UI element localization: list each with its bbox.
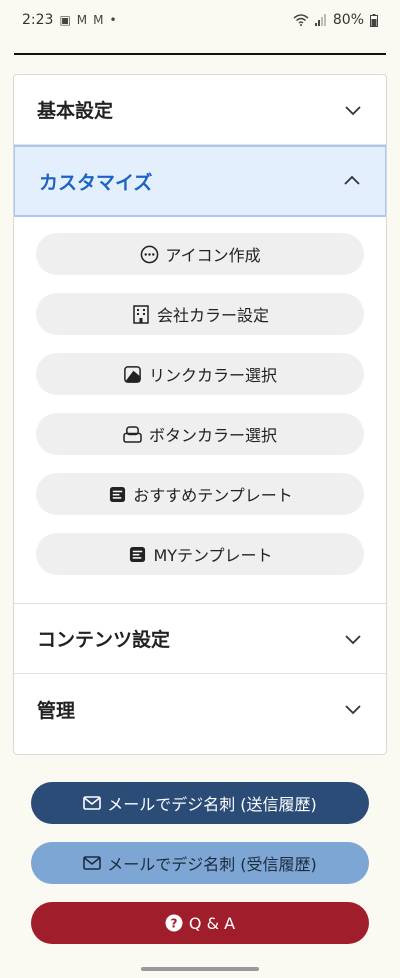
- signal-icon: [314, 14, 326, 26]
- accordion-management[interactable]: 管理: [14, 674, 386, 744]
- button-icon: [123, 424, 143, 444]
- accordion-basic-settings[interactable]: 基本設定: [14, 75, 386, 145]
- chevron-down-icon: [345, 634, 361, 644]
- gmail-icon: M: [76, 13, 88, 27]
- qa-button[interactable]: ? Q & A: [31, 902, 369, 944]
- menu-my-template[interactable]: MYテンプレート: [36, 533, 364, 575]
- template-icon: [127, 544, 147, 564]
- accordion-customize-label: カスタマイズ: [39, 171, 153, 194]
- menu-icon-create-label: アイコン作成: [165, 246, 261, 265]
- menu-icon-create[interactable]: アイコン作成: [36, 233, 364, 275]
- palette-icon: [123, 364, 143, 384]
- menu-recommended-template[interactable]: おすすめテンプレート: [36, 473, 364, 515]
- dots-circle-icon: [139, 244, 159, 264]
- gesture-navigation-bar[interactable]: [141, 967, 259, 971]
- customize-menu: アイコン作成 会社カラー設定 リンクカラー選択 ボタンカラー選択 おすすめテンプ…: [14, 217, 386, 604]
- mail-icon: [83, 796, 102, 810]
- mail-received-history-button[interactable]: メールでデジ名刺 (受信履歴): [31, 842, 369, 884]
- status-time: 2:23: [22, 12, 54, 28]
- template-icon: [107, 484, 127, 504]
- battery-percent: 80%: [332, 12, 364, 28]
- mail-sent-history-label: メールでデジ名刺 (送信履歴): [107, 795, 317, 814]
- building-icon: [131, 304, 151, 324]
- mail-icon: [83, 856, 102, 870]
- menu-company-color-label: 会社カラー設定: [156, 306, 269, 325]
- mail-received-history-label: メールでデジ名刺 (受信履歴): [107, 855, 317, 874]
- menu-company-color[interactable]: 会社カラー設定: [36, 293, 364, 335]
- status-bar: 2:23 ▣ M M • 80%: [0, 0, 400, 40]
- accordion-contents-settings-label: コンテンツ設定: [37, 629, 171, 651]
- battery-icon: [370, 13, 378, 27]
- settings-accordion: 基本設定 カスタマイズ アイコン作成 会社カラー設定 リンクカラー選択 ボタンカ…: [13, 74, 387, 755]
- mail-sent-history-button[interactable]: メールでデジ名刺 (送信履歴): [31, 782, 369, 824]
- menu-my-template-label: MYテンプレート: [153, 546, 273, 565]
- accordion-management-label: 管理: [37, 699, 76, 722]
- menu-recommended-template-label: おすすめテンプレート: [133, 486, 293, 505]
- status-right: 80%: [293, 12, 378, 28]
- menu-link-color[interactable]: リンクカラー選択: [36, 353, 364, 395]
- accordion-basic-settings-label: 基本設定: [37, 100, 114, 122]
- qa-label: Q & A: [188, 913, 236, 933]
- question-circle-icon: ?: [165, 914, 183, 932]
- menu-button-color-label: ボタンカラー選択: [148, 426, 277, 445]
- chevron-down-icon: [345, 705, 361, 715]
- notification-dot-icon: •: [109, 13, 117, 27]
- top-divider: [14, 53, 386, 55]
- gallery-icon: ▣: [59, 13, 71, 27]
- status-left: 2:23 ▣ M M •: [22, 12, 117, 28]
- accordion-contents-settings[interactable]: コンテンツ設定: [14, 604, 386, 674]
- chevron-up-icon: [344, 175, 360, 185]
- svg-text:?: ?: [170, 917, 177, 931]
- accordion-customize[interactable]: カスタマイズ: [14, 145, 386, 217]
- wifi-icon: [293, 14, 309, 26]
- gmail-icon-2: M: [93, 13, 104, 27]
- chevron-down-icon: [345, 105, 361, 115]
- menu-button-color[interactable]: ボタンカラー選択: [36, 413, 364, 455]
- menu-link-color-label: リンクカラー選択: [148, 366, 277, 385]
